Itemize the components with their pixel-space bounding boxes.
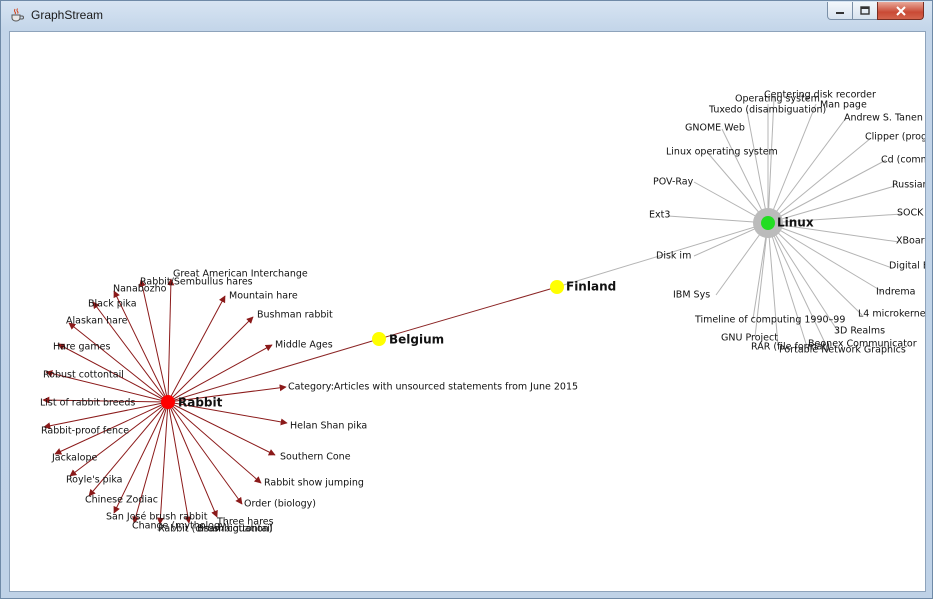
node-label-cd-comm: Cd (comm (881, 155, 925, 166)
node-label-list-of-rabbit-breeds: List of rabbit breeds (40, 398, 135, 409)
app-window: GraphStream Great American Interchange R… (0, 0, 933, 599)
node-label-portable-network-graphics: Portable Network Graphics (779, 345, 906, 356)
node-label-timeline-of-computing-1990-99: Timeline of computing 1990–99 (694, 315, 845, 326)
node-label-andrew-s-tanen: Andrew S. Tanen (844, 113, 923, 124)
node-label-robust-cottontail: Robust cottontail (43, 370, 124, 381)
edge-linux-man-page (767, 103, 817, 224)
node-label-category-articles-with-unsourced-statements-from-june-2015: Category:Articles with unsourced stateme… (288, 382, 578, 393)
edge-linux-cd-comm (767, 159, 887, 224)
hub-label-finland: Finland (566, 280, 616, 294)
window-title: GraphStream (31, 8, 104, 22)
minimize-button[interactable] (827, 2, 853, 20)
node-label-middle-ages: Middle Ages (275, 340, 333, 351)
node-label-mountain-hare: Mountain hare (229, 291, 298, 302)
edge-rabbit-rabbit-show-jumping (167, 401, 262, 484)
title-bar[interactable]: GraphStream (1, 1, 932, 29)
node-label-chinese-zodiac: Chinese Zodiac (85, 495, 158, 506)
node-label-bushman-rabbit: Bushman rabbit (257, 310, 333, 321)
hub-label-linux: Linux (777, 216, 814, 230)
node-label-russian: Russian (892, 180, 925, 191)
node-label-helan-shan-pika: Helan Shan pika (290, 421, 367, 432)
node-linux[interactable] (761, 216, 775, 230)
node-label-jackalope: Jackalope (51, 453, 97, 464)
node-label-digital-equ: Digital Equ (889, 261, 925, 272)
edge-linux-tuxedo-disambiguation (746, 110, 769, 224)
node-finland[interactable] (550, 280, 564, 294)
node-label-royle-s-pika: Royle's pika (66, 475, 123, 486)
node-label-clipper-prog: Clipper (prog (865, 132, 925, 143)
graph-view[interactable]: Great American InterchangeRabbit/Sembull… (10, 32, 925, 591)
edge-linux-andrew-s-tanen (767, 117, 847, 224)
node-label-brush-cottontail: Brush cottontail (197, 524, 273, 535)
node-label-gnome-web: GNOME Web (685, 123, 745, 134)
node-label-operating-system: Operating system (735, 94, 820, 105)
node-label-disk-im: Disk im (656, 251, 691, 262)
node-label-xboard: XBoard (896, 236, 925, 247)
node-label-pov-ray: POV-Ray (653, 177, 694, 188)
edge-linux-gnome-web (721, 128, 769, 224)
edge-rabbit-brush-cottontail (167, 401, 192, 524)
maximize-button[interactable] (852, 2, 878, 20)
node-label-southern-cone: Southern Cone (280, 452, 351, 463)
edge-linux-clipper-prog (767, 137, 872, 224)
node-belgium[interactable] (372, 332, 386, 346)
edge-belgium-finland (378, 286, 558, 340)
edge-linux-ext3 (667, 215, 769, 224)
node-label-man-page: Man page (820, 100, 867, 111)
edge-rabbit-royle-s-pika (69, 401, 169, 477)
node-label-linux-operating-system: Linux operating system (666, 147, 778, 158)
node-rabbit[interactable] (161, 395, 175, 409)
node-label-3d-realms: 3D Realms (834, 326, 885, 337)
edge-linux-centering-disk-recorder (767, 97, 775, 224)
node-label-rabbit-proof-fence: Rabbit-proof fence (41, 426, 129, 437)
node-label-black-pika: Black pika (88, 299, 137, 310)
node-label-l4-microkernel: L4 microkernel (858, 309, 925, 320)
node-label-sock: SOCK (897, 208, 924, 219)
hub-label-belgium: Belgium (389, 333, 444, 347)
close-button[interactable] (877, 2, 924, 20)
node-label-tuxedo-disambiguation: Tuxedo (disambiguation) (708, 105, 826, 116)
node-label-nanabozho: Nanabozho (113, 284, 167, 295)
node-label-indrema: Indrema (876, 287, 915, 298)
edge-rabbit-rabbit-disambiguation (156, 401, 169, 525)
node-label-ext3: Ext3 (649, 210, 670, 221)
edge-rabbit-great-american-interchange (167, 278, 175, 403)
edge-linux-indrema (767, 222, 884, 293)
node-label-hare-games: Hare games (53, 342, 110, 353)
close-icon (895, 5, 906, 16)
hub-label-rabbit: Rabbit (178, 396, 223, 410)
node-label-order-biology: Order (biology) (244, 499, 316, 510)
java-cup-icon (11, 8, 24, 22)
graph-canvas[interactable]: Great American Interchange Rabbit/Sembull… (9, 31, 926, 592)
minimize-icon (836, 11, 844, 14)
edge-rabbit-southern-cone (167, 401, 276, 456)
node-label-rabbit-show-jumping: Rabbit show jumping (264, 478, 364, 489)
node-label-ibm-sys: IBM Sys (673, 290, 710, 301)
node-label-alaskan-hare: Alaskan hare (66, 316, 128, 327)
maximize-icon (860, 5, 870, 15)
